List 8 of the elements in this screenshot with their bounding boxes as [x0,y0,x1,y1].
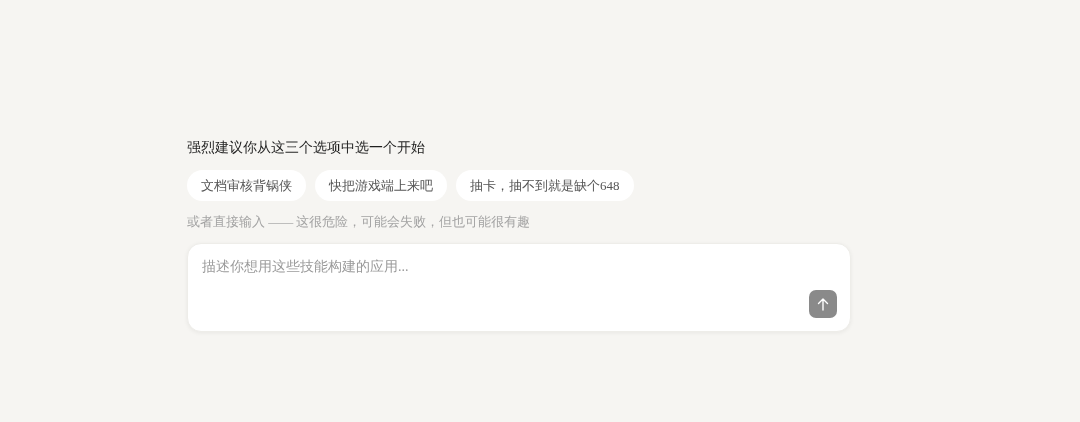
prompt-heading: 强烈建议你从这三个选项中选一个开始 [187,139,425,157]
arrow-up-icon [817,297,829,311]
suggestion-chip[interactable]: 抽卡，抽不到就是缺个648 [456,170,634,201]
prompt-field[interactable]: 描述你想用这些技能构建的应用... [202,258,801,280]
send-button[interactable] [809,290,837,318]
suggestion-chip[interactable]: 快把游戏端上来吧 [315,170,447,201]
suggestion-chip[interactable]: 文档审核背锅侠 [187,170,306,201]
input-hint: 或者直接输入 —— 这很危险，可能会失败，但也可能很有趣 [187,214,531,231]
